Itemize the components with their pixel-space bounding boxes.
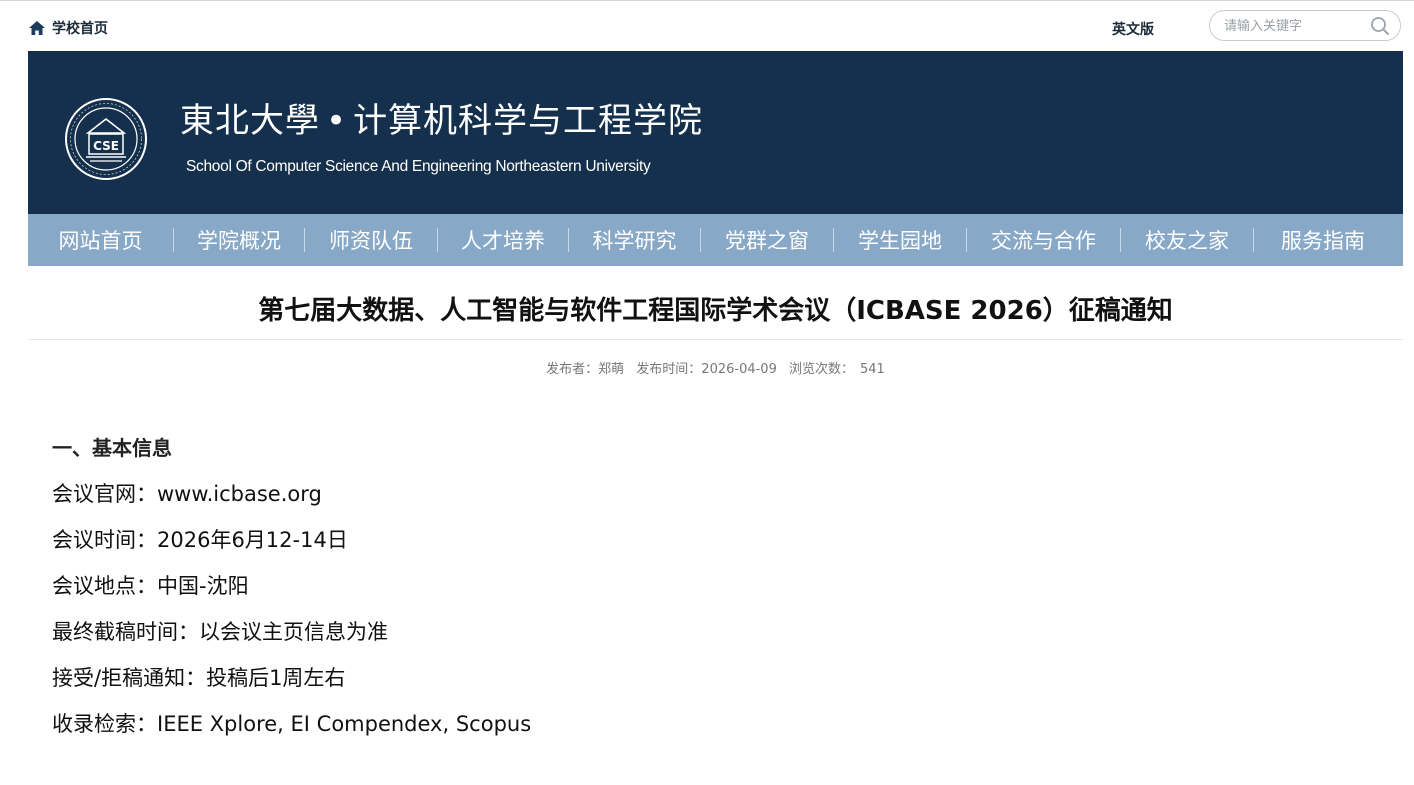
section-heading: 一、基本信息: [52, 436, 172, 460]
school-name-en: School Of Computer Science And Engineeri…: [186, 158, 651, 175]
view-count-label: 浏览次数：: [789, 362, 855, 377]
nav-item-exchange[interactable]: 交流与合作: [967, 214, 1120, 266]
top-border: [0, 0, 1414, 1]
school-name-cn: 東北大學 • 计算机科学与工程学院: [180, 93, 703, 142]
search-icon[interactable]: [1370, 16, 1390, 36]
university-seal-icon: CSE: [64, 97, 148, 181]
school-home-label: 学校首页: [52, 21, 108, 37]
nav-item-education[interactable]: 人才培养: [438, 214, 568, 266]
utility-bar: 学校首页 英文版: [28, 8, 1402, 46]
conference-date: 会议时间：2026年6月12-14日: [52, 528, 348, 552]
nav-item-alumni[interactable]: 校友之家: [1121, 214, 1253, 266]
nav-item-research[interactable]: 科学研究: [569, 214, 700, 266]
school-home-link[interactable]: 学校首页: [28, 18, 108, 38]
submission-deadline: 最终截稿时间：以会议主页信息为准: [52, 620, 388, 644]
title-divider: [28, 339, 1403, 340]
view-count: 541: [860, 362, 885, 377]
english-version-link[interactable]: 英文版: [1112, 19, 1154, 39]
notification-time: 接受/拒稿通知：投稿后1周左右: [52, 666, 346, 690]
nav-item-students[interactable]: 学生园地: [834, 214, 966, 266]
article-title: 第七届大数据、人工智能与软件工程国际学术会议（ICBASE 2026）征稿通知: [258, 296, 1173, 326]
nav-item-home[interactable]: 网站首页: [28, 214, 173, 266]
publisher: 发布者：郑萌: [546, 362, 625, 377]
main-nav: 网站首页 学院概况 师资队伍 人才培养 科学研究 党群之窗 学生园地 交流与合作…: [28, 214, 1403, 266]
seal-text: CSE: [93, 139, 119, 153]
school-name: 计算机科学与工程学院: [353, 101, 704, 141]
indexing-info: 收录检索：IEEE Xplore, EI Compendex, Scopus: [52, 712, 532, 736]
university-name: 東北大學: [180, 101, 320, 141]
conference-location: 会议地点：中国-沈阳: [52, 574, 249, 598]
article-body: 一、基本信息 会议官网：www.icbase.org 会议时间：2026年6月1…: [52, 432, 1352, 754]
name-separator: •: [326, 101, 348, 141]
search-input[interactable]: [1224, 16, 1364, 36]
search-box: [1209, 10, 1401, 41]
nav-item-faculty[interactable]: 师资队伍: [305, 214, 437, 266]
conference-website: 会议官网：www.icbase.org: [52, 482, 322, 506]
nav-item-party[interactable]: 党群之窗: [701, 214, 833, 266]
home-icon: [28, 20, 46, 36]
nav-item-about[interactable]: 学院概况: [174, 214, 304, 266]
publish-time: 发布时间：2026-04-09: [636, 362, 777, 377]
header-banner: CSE 東北大學 • 计算机科学与工程学院 School Of Computer S…: [28, 51, 1403, 214]
article-meta: 发布者：郑萌 发布时间：2026-04-09 浏览次数： 541: [28, 358, 1403, 377]
nav-item-services[interactable]: 服务指南: [1254, 214, 1392, 266]
